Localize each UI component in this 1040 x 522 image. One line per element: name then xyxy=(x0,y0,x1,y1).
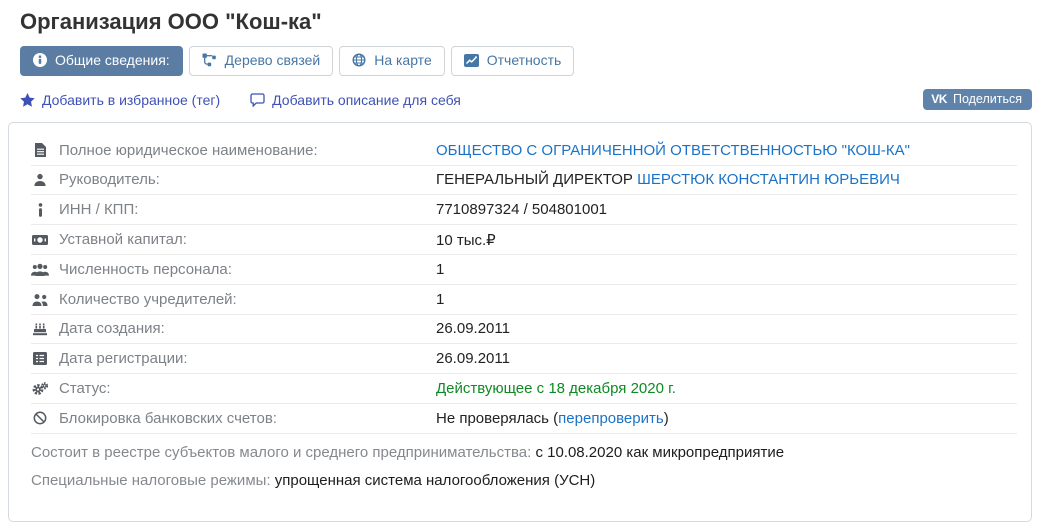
vk-share-label: Поделиться xyxy=(953,92,1022,106)
add-favorite-label: Добавить в избранное (тег) xyxy=(42,92,220,108)
table-row-registration-date: Дата регистрации: 26.09.2011 xyxy=(31,344,1017,374)
globe-icon xyxy=(352,53,366,67)
chart-icon xyxy=(464,54,479,67)
cake-icon xyxy=(31,322,49,336)
tax-regime-value: упрощенная система налогообложения (УСН) xyxy=(275,472,596,489)
tab-label: На карте xyxy=(374,52,432,69)
table-row-status: Статус: Действующее с 18 декабря 2020 г. xyxy=(31,374,1017,404)
file-icon xyxy=(31,143,49,157)
row-label: Полное юридическое наименование: xyxy=(59,142,318,159)
row-value: ОБЩЕСТВО С ОГРАНИЧЕННОЙ ОТВЕТСТВЕННОСТЬЮ… xyxy=(436,142,910,159)
row-value: 10 тыс.₽ xyxy=(436,231,496,249)
company-details-panel: Полное юридическое наименование: ОБЩЕСТВ… xyxy=(8,122,1032,522)
table-row-capital: Уставной капитал: 10 тыс.₽ xyxy=(31,225,1017,255)
row-value: 1 xyxy=(436,291,444,308)
founders-icon xyxy=(31,293,49,306)
cogs-icon xyxy=(31,382,49,396)
user-icon xyxy=(31,173,49,187)
add-description-link[interactable]: Добавить описание для себя xyxy=(250,92,461,108)
table-row-creation-date: Дата создания: 26.09.2011 xyxy=(31,315,1017,345)
row-label: Уставной капитал: xyxy=(59,231,187,248)
recheck-link[interactable]: перепроверить xyxy=(558,410,664,427)
tab-general-info[interactable]: Общие сведения: xyxy=(20,46,183,76)
table-row-inn-kpp: ИНН / КПП: 7710897324 / 504801001 xyxy=(31,195,1017,225)
table-row-bank-block: Блокировка банковских счетов: Не проверя… xyxy=(31,404,1017,434)
add-description-label: Добавить описание для себя xyxy=(272,92,461,108)
list-icon xyxy=(31,352,49,365)
row-label: Численность персонала: xyxy=(59,261,232,278)
row-label: Дата регистрации: xyxy=(59,350,188,367)
row-value: 7710897324 / 504801001 xyxy=(436,201,607,218)
table-row-staff-count: Численность персонала: 1 xyxy=(31,255,1017,285)
row-label: Количество учредителей: xyxy=(59,291,237,308)
actions-row: Добавить в избранное (тег) Добавить опис… xyxy=(20,87,1032,113)
table-row-founders-count: Количество учредителей: 1 xyxy=(31,285,1017,315)
row-label: Блокировка банковских счетов: xyxy=(59,410,277,427)
vk-icon: VK xyxy=(931,92,947,106)
tab-label: Общие сведения: xyxy=(55,52,170,69)
director-link[interactable]: ШЕРСТЮК КОНСТАНТИН ЮРЬЕВИЧ xyxy=(637,171,900,188)
table-row-director: Руководитель: ГЕНЕРАЛЬНЫЙ ДИРЕКТОР ШЕРСТ… xyxy=(31,166,1017,196)
add-favorite-link[interactable]: Добавить в избранное (тег) xyxy=(20,92,220,108)
smb-registry-label: Состоит в реестре субъектов малого и сре… xyxy=(31,444,535,461)
comment-icon xyxy=(250,93,265,107)
tab-bar: Общие сведения: Дерево связей На карте О… xyxy=(20,46,1040,76)
page-title: Организация ООО "Кош-ка" xyxy=(20,9,1040,35)
row-value: ГЕНЕРАЛЬНЫЙ ДИРЕКТОР ШЕРСТЮК КОНСТАНТИН … xyxy=(436,171,900,188)
money-icon xyxy=(31,234,49,246)
tab-label: Отчетность xyxy=(487,52,562,69)
row-value: Не проверялась (перепроверить) xyxy=(436,410,669,427)
row-value: 1 xyxy=(436,261,444,278)
tax-regime-label: Специальные налоговые режимы: xyxy=(31,472,275,489)
tab-on-map[interactable]: На карте xyxy=(339,46,445,76)
company-name-link[interactable]: ОБЩЕСТВО С ОГРАНИЧЕННОЙ ОТВЕТСТВЕННОСТЬЮ… xyxy=(436,142,910,159)
vk-share-button[interactable]: VK Поделиться xyxy=(923,89,1032,110)
smb-registry-line: Состоит в реестре субъектов малого и сре… xyxy=(31,444,1017,463)
summary-block: Состоит в реестре субъектов малого и сре… xyxy=(31,444,1017,491)
row-label: Статус: xyxy=(59,380,111,397)
info-circle-icon xyxy=(33,53,47,67)
tab-relations-tree[interactable]: Дерево связей xyxy=(189,46,334,76)
row-label: Дата создания: xyxy=(59,320,165,337)
users-icon xyxy=(31,263,49,276)
tax-regime-line: Специальные налоговые режимы: упрощенная… xyxy=(31,472,1017,491)
tree-icon xyxy=(202,53,217,67)
row-value: 26.09.2011 xyxy=(436,320,510,337)
row-label: ИНН / КПП: xyxy=(59,201,138,218)
tab-reports[interactable]: Отчетность xyxy=(451,46,575,76)
ban-icon xyxy=(31,411,49,425)
row-value: 26.09.2011 xyxy=(436,350,510,367)
status-value: Действующее с 18 декабря 2020 г. xyxy=(436,380,676,397)
smb-registry-value: с 10.08.2020 как микропредприятие xyxy=(535,444,784,461)
star-icon xyxy=(20,93,35,107)
row-label: Руководитель: xyxy=(59,171,160,188)
tab-label: Дерево связей xyxy=(225,52,321,69)
info-icon xyxy=(31,203,49,217)
table-row-full-name: Полное юридическое наименование: ОБЩЕСТВ… xyxy=(31,136,1017,166)
